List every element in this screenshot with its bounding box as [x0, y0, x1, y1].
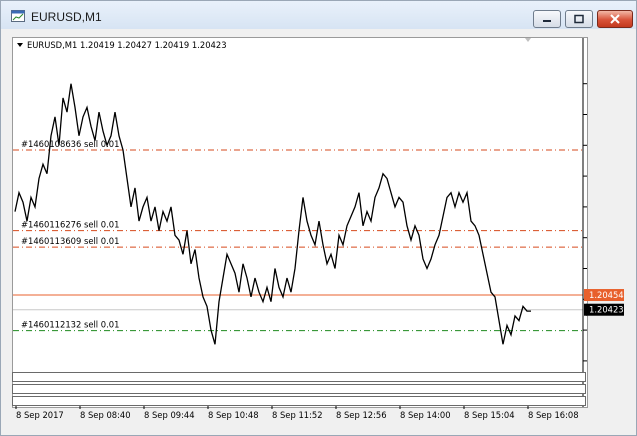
order-label: #1460113609 sell 0.01 [21, 236, 119, 246]
x-axis-tick-label: 8 Sep 12:56 [336, 410, 387, 420]
bid-price-tag-label: 1.20423 [589, 305, 624, 315]
x-axis-tick-label: 8 Sep 14:00 [400, 410, 451, 420]
current-price-tag-label: 1.20454 [589, 290, 624, 300]
indicator-subwindow-2[interactable] [12, 384, 586, 394]
close-icon [610, 14, 620, 24]
chart-header-text: EURUSD,M1 1.20419 1.20427 1.20419 1.2042… [27, 40, 227, 50]
terminal-window: EURUSD,M1 #1460108636 sell 0.01 #14601162… [0, 0, 637, 436]
x-axis-tick-label: 8 Sep 16:08 [528, 410, 579, 420]
window-title: EURUSD,M1 [31, 10, 102, 24]
price-chart[interactable]: #1460108636 sell 0.01 #1460116276 sell 0.… [13, 38, 628, 407]
x-axis-tick-label: 8 Sep 09:44 [144, 410, 195, 420]
maximize-button[interactable] [565, 10, 593, 28]
x-axis-tick-label: 8 Sep 11:52 [272, 410, 323, 420]
price-series-line [14, 83, 531, 345]
price-tag-overlay: 1.20454 1.20423 [586, 289, 624, 316]
order-label: #1460116276 sell 0.01 [21, 220, 119, 230]
x-axis-tick-label: 8 Sep 08:40 [80, 410, 131, 420]
main-chart-area[interactable]: #1460108636 sell 0.01 #1460116276 sell 0.… [12, 37, 628, 408]
symbol-dropdown-icon[interactable] [17, 43, 23, 47]
order-label: #1460108636 sell 0.01 [21, 139, 119, 149]
indicator-subwindow-3[interactable] [12, 396, 586, 406]
minimize-icon [543, 20, 551, 22]
time-axis: 8 Sep 2017 8 Sep 08:40 8 Sep 09:44 8 Sep 10… [15, 406, 579, 420]
close-button[interactable] [597, 10, 633, 28]
title-bar[interactable]: EURUSD,M1 [1, 1, 636, 31]
minimize-button[interactable] [533, 10, 561, 28]
order-label: #1460112132 sell 0.01 [21, 320, 119, 330]
x-axis-tick-label: 8 Sep 15:04 [464, 410, 515, 420]
maximize-icon [574, 14, 584, 24]
chart-window-icon [11, 10, 25, 22]
x-axis-tick-label: 8 Sep 10:48 [208, 410, 259, 420]
indicator-subwindow-1[interactable] [12, 372, 586, 382]
x-axis-tick-label: 8 Sep 2017 [16, 410, 64, 420]
chart-shift-marker-icon[interactable] [525, 38, 531, 42]
